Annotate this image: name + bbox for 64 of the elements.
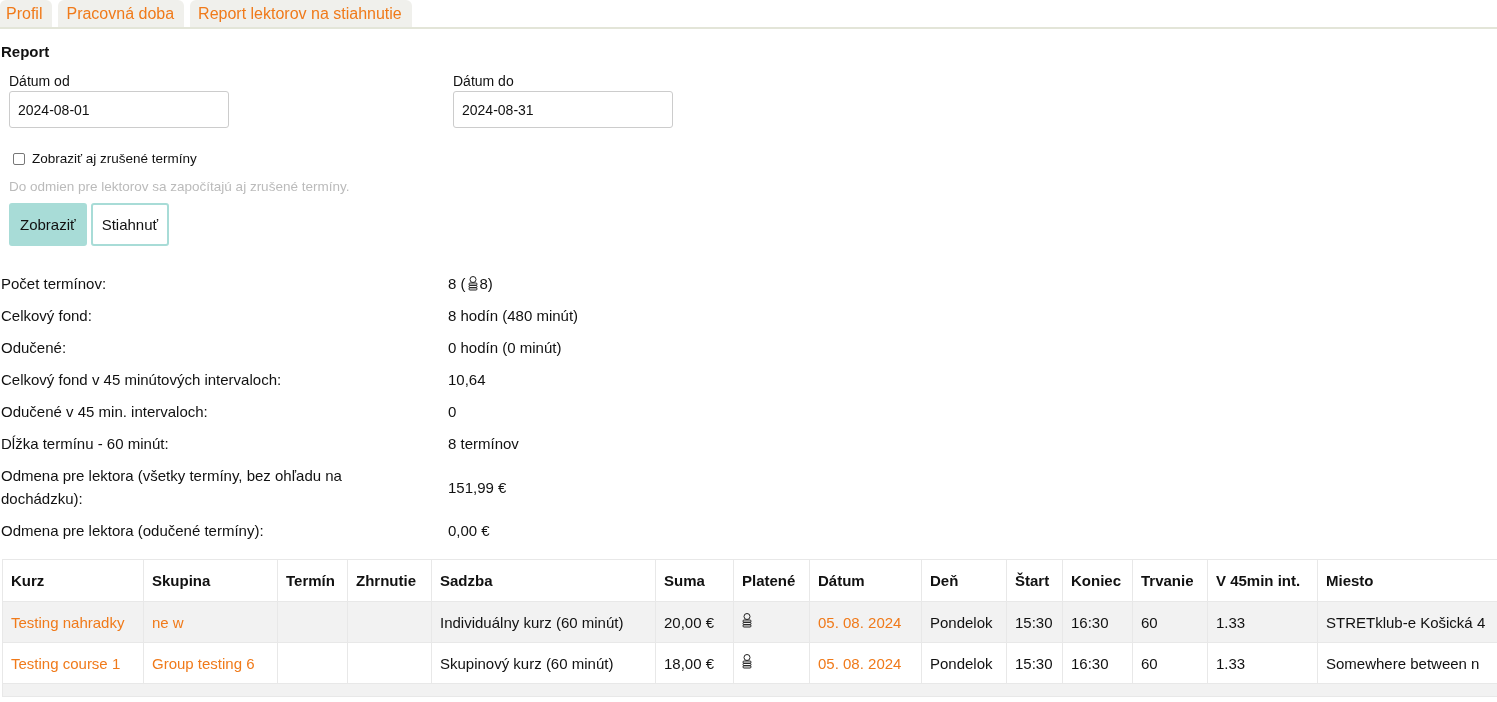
date-field[interactable]: 2024-08-31 (453, 91, 673, 128)
table-cell: Individuálny kurz (60 minút) (431, 601, 656, 643)
field-label: Dátum do (453, 73, 515, 89)
stat-label: Celkový fond v 45 minútových intervaloch: (0, 370, 283, 390)
stat-label: Odučené: (0, 338, 68, 358)
stat-value: 0,00 € (448, 521, 490, 541)
table-cell: 18,00 € (655, 642, 734, 684)
table-cell: 1.33 (1207, 601, 1318, 643)
field-label: Dátum od (9, 73, 71, 89)
stat-value: 10,64 (448, 370, 486, 390)
column-header: Deň (921, 559, 1007, 602)
stat-label: Odmena pre lektora (všetky termíny, bez ohľadu na dochádzku): (0, 466, 343, 509)
table-cell: Pondelok (921, 642, 1007, 684)
column-header: Termín (277, 559, 348, 602)
column-header: Suma (655, 559, 734, 602)
table-cell: 16:30 (1062, 642, 1133, 684)
stat-value: 0 hodín (0 minút) (448, 338, 562, 358)
column-header: Zhrnutie (347, 559, 432, 602)
button[interactable]: Stiahnuť (90, 203, 170, 246)
column-header: Platené (733, 559, 810, 602)
stat-label: Počet termínov: (0, 274, 108, 294)
course-link[interactable]: Testing course 1 (2, 642, 144, 684)
stat-value: 8 hodín (480 minút) (448, 306, 579, 326)
date-field[interactable]: 2024-08-01 (9, 91, 229, 128)
table-cell: Skupinový kurz (60 minút) (431, 642, 656, 684)
stat-value: 8) (479, 274, 493, 294)
checkbox-label: Zobraziť aj zrušené termíny (32, 151, 197, 166)
column-header: V 45min int. (1207, 559, 1318, 602)
table-cell: 60 (1132, 601, 1208, 643)
stat-label: Celkový fond: (0, 306, 93, 326)
section-heading: Report (1, 43, 51, 60)
button[interactable]: Zobraziť (9, 203, 87, 246)
stat-label: Odmena pre lektora (odučené termíny): (0, 521, 265, 541)
column-header: Sadzba (431, 559, 656, 602)
table-cell: 16:30 (1062, 601, 1133, 643)
column-header: Štart (1006, 559, 1063, 602)
column-header: Skupina (143, 559, 278, 602)
column-header: Koniec (1062, 559, 1133, 602)
column-header: Dátum (809, 559, 922, 602)
tab[interactable]: Pracovná doba (58, 0, 185, 27)
table-cell: 60 (1132, 642, 1208, 684)
date-link[interactable]: 05. 08. 2024 (809, 601, 922, 643)
stat-value: 151,99 € (448, 477, 507, 498)
tab[interactable]: Report lektorov na stiahnutie (190, 0, 412, 27)
column-header: Miesto (1317, 559, 1497, 602)
course-link[interactable]: Testing nahradky (2, 601, 144, 643)
stat-label: Dĺžka termínu - 60 minút: (0, 434, 170, 454)
stat-label: Odučené v 45 min. intervaloch: (0, 402, 209, 422)
table-cell: 15:30 (1006, 601, 1063, 643)
checkbox[interactable] (13, 152, 25, 165)
table-cell: 15:30 (1006, 642, 1063, 684)
group-link[interactable]: ne w (143, 601, 278, 643)
group-link[interactable]: Group testing 6 (143, 642, 278, 684)
table-cell: Pondelok (921, 601, 1007, 643)
hint-text: Do odmien pre lektorov sa započítajú aj zrušené termíny. (9, 179, 351, 194)
table-cell: 20,00 € (655, 601, 734, 643)
stat-value: 0 (448, 402, 457, 422)
table-cell: 1.33 (1207, 642, 1318, 684)
stat-value: 8 termínov (448, 434, 519, 454)
column-header: Kurz (2, 559, 144, 602)
date-link[interactable]: 05. 08. 2024 (809, 642, 922, 684)
column-header: Trvanie (1132, 559, 1208, 602)
tab[interactable]: Profil (0, 0, 53, 27)
stat-value: 8 ( (448, 274, 466, 294)
